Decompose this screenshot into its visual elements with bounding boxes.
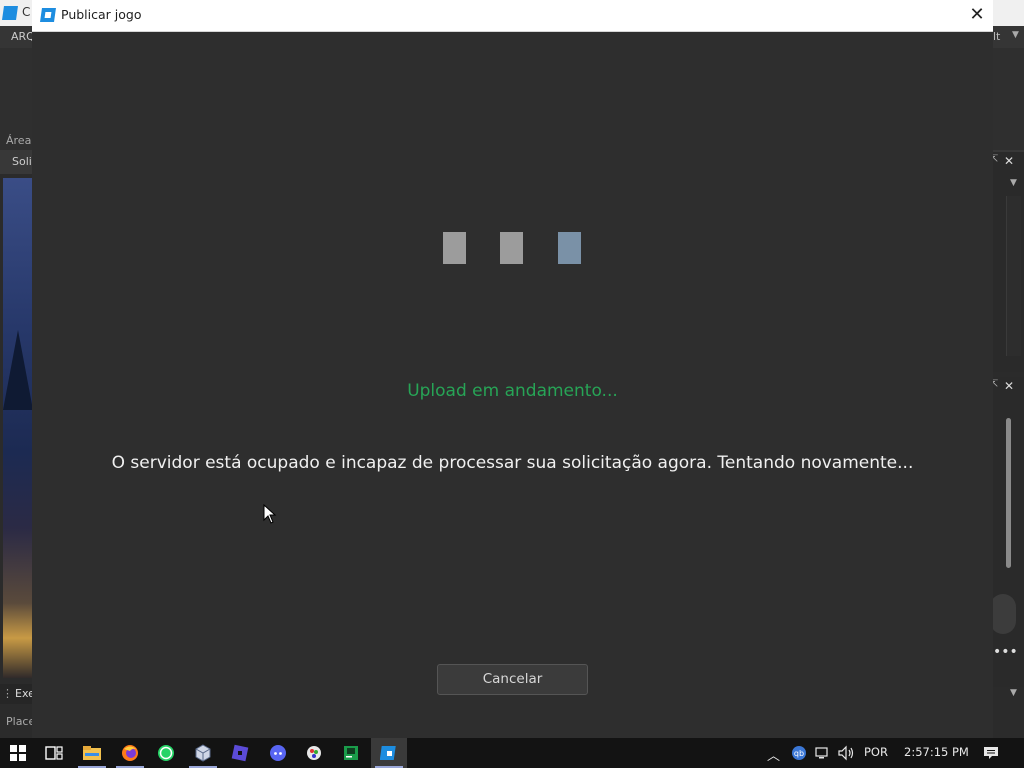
panel-close-icon[interactable]: ✕ xyxy=(1004,379,1014,393)
panel-round-button[interactable] xyxy=(990,594,1016,634)
show-hidden-icons-chevron-icon[interactable]: ︿ xyxy=(767,745,780,764)
clock[interactable]: 2:57:15 PM xyxy=(904,745,969,759)
menu-right-fragment[interactable]: lt xyxy=(993,30,1000,43)
roblox-studio-logo-icon xyxy=(2,6,18,20)
chevron-down-icon[interactable]: ▼ xyxy=(1010,178,1017,188)
server-busy-message: O servidor está ocupado e incapaz de pro… xyxy=(111,453,914,473)
file-explorer-icon[interactable] xyxy=(74,738,110,768)
viewport-tree-shape xyxy=(3,330,33,410)
whatsapp-icon[interactable] xyxy=(148,738,184,768)
input-language-indicator[interactable]: POR xyxy=(864,745,888,759)
task-view-icon[interactable] xyxy=(36,738,72,768)
panel-close-icon[interactable]: ✕ xyxy=(1004,154,1014,168)
panel-scrollbar[interactable] xyxy=(1006,196,1021,356)
upload-status-text: Upload em andamento... xyxy=(407,381,618,401)
loading-indicator-block xyxy=(443,232,466,264)
publish-dialog: Publicar jogo ✕ Upload em andamento... O… xyxy=(32,0,993,738)
ribbon-label-fragment: Área xyxy=(6,134,32,147)
cancel-button[interactable]: Cancelar xyxy=(437,664,588,695)
start-icon[interactable] xyxy=(0,738,36,768)
jetbrains-icon[interactable] xyxy=(333,738,369,768)
more-options-icon[interactable]: ••• xyxy=(993,644,1018,660)
background-title-fragment: C xyxy=(22,5,31,19)
firefox-icon[interactable] xyxy=(112,738,148,768)
mouse-cursor-icon xyxy=(263,504,277,524)
loading-indicator-block xyxy=(500,232,523,264)
qbittorrent-icon[interactable]: qb xyxy=(791,745,807,761)
svg-text:qb: qb xyxy=(794,749,804,758)
inkscape-icon[interactable] xyxy=(296,738,332,768)
loading-indicator-block-active xyxy=(558,232,581,264)
network-icon[interactable] xyxy=(815,745,831,761)
volume-icon[interactable] xyxy=(838,745,856,761)
roblox-icon[interactable] xyxy=(222,738,258,768)
close-button[interactable]: ✕ xyxy=(964,3,990,27)
roblox-studio-icon xyxy=(40,8,56,22)
chevron-down-icon[interactable]: ▼ xyxy=(1010,688,1017,698)
tab-fragment[interactable]: Soli xyxy=(12,155,32,168)
status-bar-fragment: Place xyxy=(6,715,36,728)
grip-icon: ⋮ xyxy=(2,687,13,700)
discord-icon[interactable] xyxy=(260,738,296,768)
panel-scrollbar-thumb[interactable] xyxy=(1006,418,1011,568)
roblox-studio-icon[interactable] xyxy=(371,738,407,768)
chevron-down-icon[interactable]: ▼ xyxy=(1012,30,1019,40)
virtualbox-icon[interactable] xyxy=(185,738,221,768)
notification-center-icon[interactable] xyxy=(983,745,999,761)
dialog-title: Publicar jogo xyxy=(61,7,142,22)
game-viewport[interactable] xyxy=(3,178,33,678)
dialog-titlebar xyxy=(32,0,993,32)
